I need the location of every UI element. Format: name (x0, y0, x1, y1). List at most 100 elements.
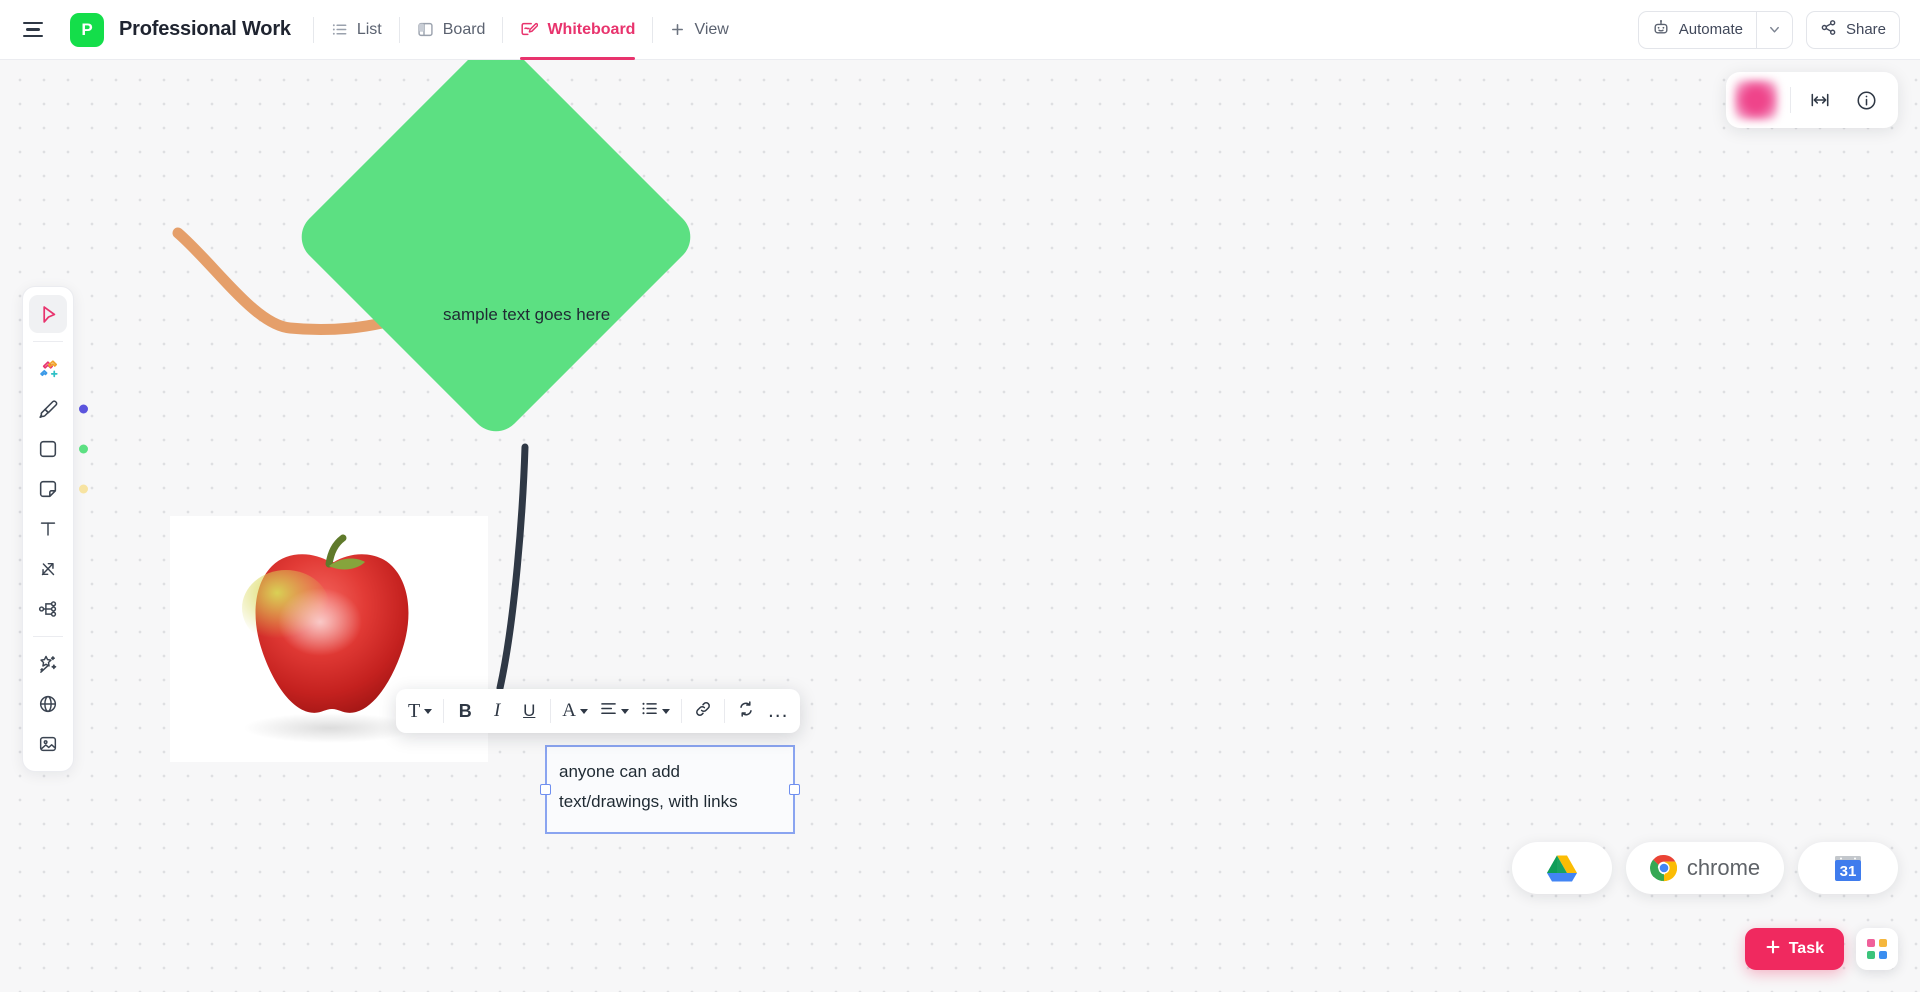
tool-rectangle-color-dot (79, 444, 88, 454)
tab-whiteboard[interactable]: Whiteboard (503, 0, 652, 60)
cursor-icon (42, 305, 55, 323)
mindmap-node-icon (38, 601, 57, 617)
share-button[interactable]: Share (1805, 10, 1900, 49)
whiteboard-tool-rail (22, 286, 88, 772)
plus-icon (1765, 939, 1781, 960)
align-icon (600, 701, 617, 721)
workspace-logo[interactable]: P (70, 12, 104, 47)
active-tab-underline (520, 56, 636, 60)
board-icon (417, 21, 434, 38)
link-button[interactable] (687, 695, 719, 727)
text-color-label: A (562, 700, 576, 721)
bullet-list-icon (641, 701, 658, 721)
tab-list-label: List (356, 20, 382, 38)
chevron-down-icon (661, 708, 670, 714)
tool-image[interactable] (29, 725, 67, 763)
info-icon (1857, 90, 1876, 110)
hamburger-icon[interactable] (18, 15, 48, 45)
italic-label: I (494, 700, 501, 721)
underline-label: U (523, 701, 536, 720)
divider (33, 341, 63, 342)
automate-main[interactable]: Automate (1639, 12, 1756, 48)
text-element[interactable]: anyone can add text/drawings, with links (540, 745, 800, 834)
underline-button[interactable]: U (513, 695, 545, 727)
text-style-button[interactable]: T (402, 695, 438, 727)
whiteboard-canvas[interactable]: sample text goes here anyone can add tex… (0, 60, 1920, 992)
divider (680, 699, 682, 723)
collaborator-avatar[interactable] (1734, 80, 1778, 120)
bold-button[interactable]: B (449, 695, 481, 727)
google-calendar-icon: 31 (1835, 856, 1861, 881)
share-label: Share (1845, 21, 1886, 38)
fit-to-screen-button[interactable] (1803, 84, 1837, 116)
workspace-initial: P (81, 19, 93, 39)
tool-marker[interactable] (29, 390, 88, 428)
dock-item-google-calendar[interactable]: 31 (1798, 842, 1898, 894)
resize-handle-right[interactable] (789, 783, 800, 795)
tool-shapes-add[interactable] (29, 350, 67, 388)
bold-label: B (458, 700, 472, 721)
resize-handle-left[interactable] (540, 783, 551, 795)
text-format-toolbar: T B I U A ... (396, 689, 801, 733)
link-icon (694, 700, 712, 723)
text-color-button[interactable]: A (556, 695, 594, 727)
tool-embed[interactable] (29, 685, 67, 723)
share-main[interactable]: Share (1807, 12, 1899, 48)
google-drive-icon (1547, 855, 1577, 881)
add-view-label: View (694, 20, 729, 38)
more-options-button[interactable]: ... (762, 695, 795, 727)
apps-grid-icon (1867, 939, 1887, 959)
divider (443, 699, 445, 723)
dark-connector (496, 443, 529, 692)
more-label: ... (767, 699, 789, 722)
list-icon (331, 21, 348, 38)
add-task-label: Task (1788, 940, 1824, 957)
info-button[interactable] (1849, 84, 1884, 116)
bottom-right-actions: Task (1744, 928, 1898, 970)
tool-connector[interactable] (29, 550, 67, 588)
chrome-icon (1649, 854, 1677, 882)
dock-item-google-drive[interactable] (1512, 842, 1612, 894)
plus-icon (670, 22, 685, 37)
tab-list[interactable]: List (314, 0, 399, 60)
add-view-button[interactable]: View (653, 0, 745, 60)
globe-icon (39, 695, 57, 713)
marker-pen-icon (38, 399, 57, 418)
app-header: P Professional Work List Board Whiteboar… (0, 0, 1920, 60)
canvas-float-toolbar (1726, 72, 1898, 128)
connector-arrows-icon (41, 562, 55, 576)
whiteboard-icon (520, 21, 539, 39)
convert-icon (737, 700, 755, 723)
tab-whiteboard-label: Whiteboard (547, 20, 636, 38)
calendar-date-number: 31 (1840, 863, 1857, 880)
automate-dropdown[interactable] (1755, 11, 1792, 48)
tool-rectangle[interactable] (29, 430, 88, 468)
header-actions: Automate Share (1637, 10, 1900, 49)
sticky-note-icon (39, 480, 57, 498)
diamond-shape[interactable] (290, 60, 702, 443)
text-style-label: T (408, 699, 421, 722)
tab-board[interactable]: Board (400, 0, 503, 60)
tool-mindmap[interactable] (29, 590, 67, 628)
list-button[interactable] (635, 695, 676, 727)
add-task-button[interactable]: Task (1744, 928, 1844, 970)
italic-button[interactable]: I (481, 695, 513, 727)
robot-icon (1652, 19, 1670, 41)
chevron-down-icon (579, 708, 588, 714)
tool-text[interactable] (29, 510, 67, 548)
chevron-down-icon (620, 708, 629, 714)
chevron-down-icon (424, 708, 433, 714)
align-button[interactable] (594, 695, 635, 727)
chevron-down-icon (1770, 26, 1779, 33)
text-element-content[interactable]: anyone can add text/drawings, with links (547, 747, 793, 827)
tool-sticky-color-dot (79, 484, 88, 494)
diamond-shape-text[interactable]: sample text goes here (443, 300, 623, 330)
tool-sticky-note[interactable] (29, 470, 88, 508)
apps-grid-button[interactable] (1856, 928, 1898, 970)
dock-item-chrome[interactable]: chrome (1626, 842, 1784, 894)
convert-button[interactable] (730, 695, 762, 727)
automate-button[interactable]: Automate (1637, 10, 1793, 49)
tool-ai-magic[interactable] (29, 645, 67, 683)
tool-marker-color-dot (79, 404, 88, 414)
tool-select[interactable] (29, 295, 67, 333)
